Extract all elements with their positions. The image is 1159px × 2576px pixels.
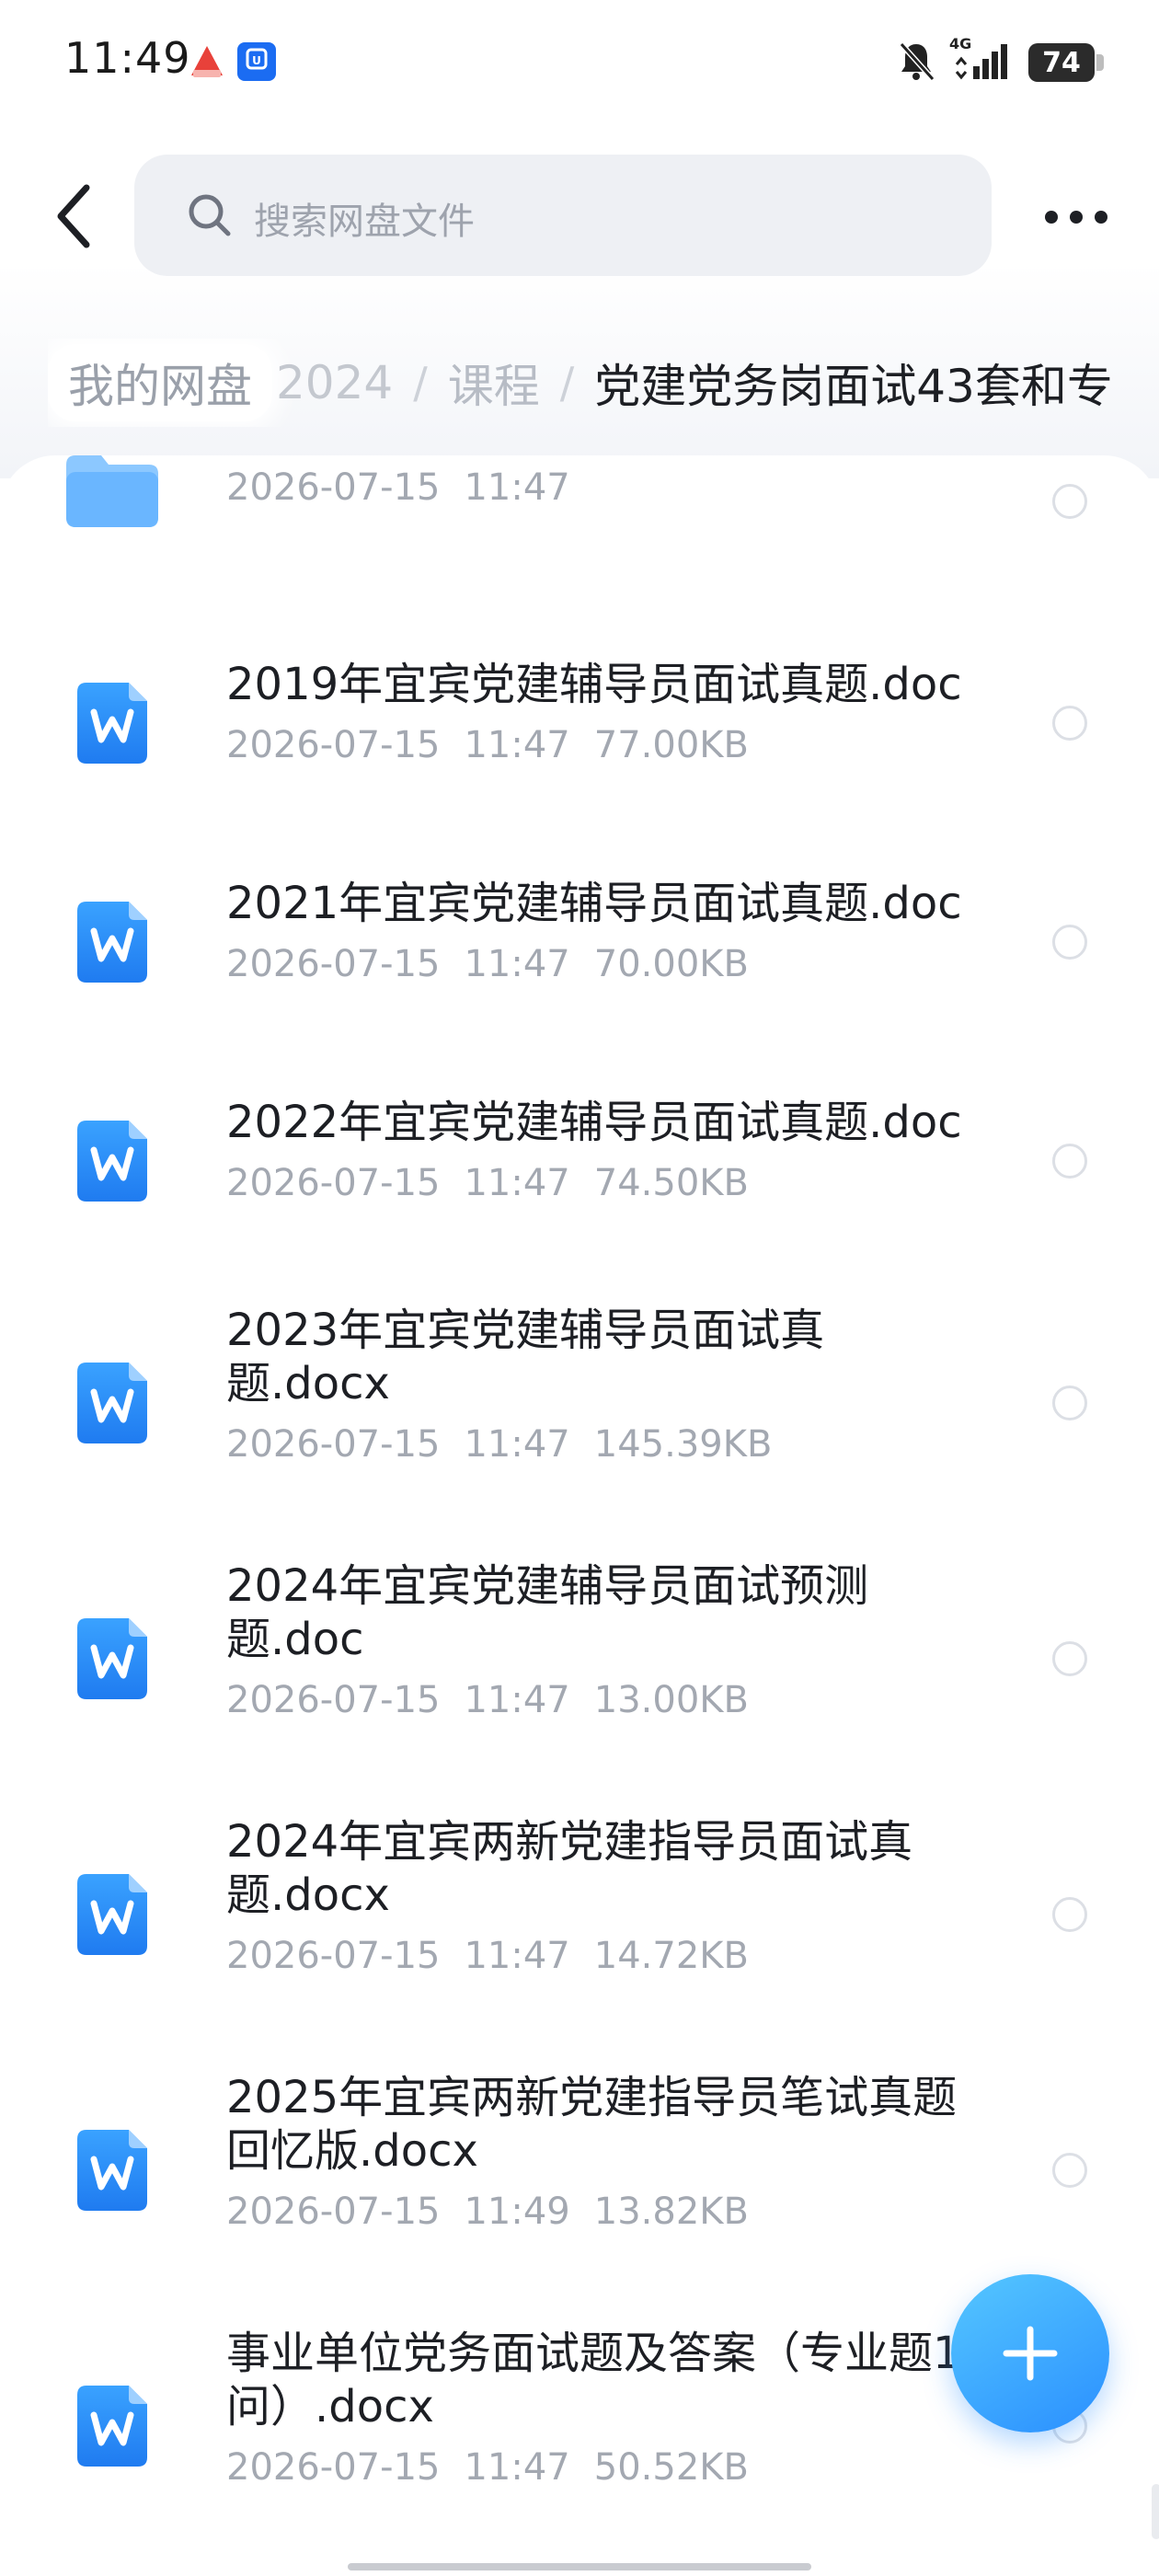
breadcrumb-separator: / [413,358,428,408]
breadcrumb-item[interactable]: 2024 [276,356,393,409]
file-name: 2025年宜宾两新党建指导员笔试真题回忆版.docx [226,2072,958,2177]
file-size: 13.82KB [593,2191,749,2233]
file-size: 14.72KB [593,1935,749,1977]
word-doc-icon [77,2130,147,2211]
file-size: 77.00KB [593,724,749,766]
breadcrumb-item[interactable]: 课程 [448,350,540,416]
file-meta: 2026-07-15 11:47 13.00KB [226,1679,889,1721]
list-item[interactable]: 2019年宜宾党建辅导员面试真题.doc 2026-07-15 11:47 77.0… [0,612,1159,823]
word-doc-icon [77,902,147,983]
word-doc-icon [77,1121,147,1202]
file-date: 2026-07-15 [226,724,441,766]
list-item[interactable]: 2024年宜宾两新党建指导员面试真题.docx 2026-07-15 11:47 1… [0,1780,1159,2029]
file-meta: 2026-07-15 11:47 14.72KB [226,1935,944,1977]
bell-muted-icon [896,39,936,86]
signal-icon: 4G [949,35,1012,85]
file-name: 2021年宜宾党建辅导员面试真题.doc [226,878,962,929]
word-doc-icon [77,1618,147,1699]
breadcrumb: 我的网盘 2024 / 课程 / 党建党务岗面试43套和专 [48,339,1159,427]
file-meta: 2026-07-15 11:47 70.00KB [226,943,981,985]
file-time: 11:47 [464,943,570,985]
file-date: 2026-07-15 [226,2191,441,2233]
word-doc-icon [77,1874,147,1955]
battery-level: 74 [1042,46,1081,79]
battery-icon: 74 [1028,43,1104,82]
select-checkbox[interactable] [1052,925,1087,960]
status-bar: 11:49 U 4G 74 [0,0,1159,120]
file-time: 11:47 [464,724,570,766]
file-name: 2019年宜宾党建辅导员面试真题.doc [226,659,962,710]
breadcrumb-current: 党建党务岗面试43套和专 [594,360,1113,413]
word-doc-icon [77,683,147,764]
file-meta: 2026-07-15 11:47 77.00KB [226,724,981,766]
search-placeholder: 搜索网盘文件 [254,201,475,243]
file-date: 2026-07-15 [226,1679,441,1721]
file-size: 74.50KB [593,1162,749,1204]
file-date: 2026-07-15 [226,1935,441,1977]
list-item[interactable]: 2026-07-15 11:47 [0,455,1159,603]
back-button[interactable] [46,179,101,253]
breadcrumb-root[interactable]: 我的网盘 [48,344,272,421]
file-name: 2024年宜宾党建辅导员面试预测题.doc [226,1560,869,1665]
file-meta: 2026-07-15 11:47 50.52KB [226,2446,962,2489]
search-icon [189,194,231,236]
scroll-edge [1152,2484,1159,2539]
select-checkbox[interactable] [1052,1897,1087,1932]
select-checkbox[interactable] [1052,1641,1087,1676]
file-date: 2026-07-15 [226,466,441,509]
file-meta: 2026-07-15 11:47 145.39KB [226,1423,833,1466]
search-input[interactable]: 搜索网盘文件 [134,155,992,276]
file-time: 11:49 [464,2191,570,2233]
plus-icon [1003,2326,1058,2381]
breadcrumb-separator: / [559,358,575,408]
file-date: 2026-07-15 [226,943,441,985]
folder-icon [66,455,158,527]
list-item[interactable]: 2023年宜宾党建辅导员面试真题.docx 2026-07-15 11:47 145… [0,1269,1159,1517]
word-doc-icon [77,2386,147,2467]
file-meta: 2026-07-15 11:47 [226,466,981,509]
file-size: 145.39KB [593,1423,773,1466]
file-time: 11:47 [464,2446,570,2489]
file-date: 2026-07-15 [226,1162,441,1204]
more-dots-icon [1045,211,1058,224]
list-item[interactable]: 2024年宜宾党建辅导员面试预测题.doc 2026-07-15 11:47 13.… [0,1524,1159,1773]
file-time: 11:47 [464,466,570,509]
select-checkbox[interactable] [1052,1144,1087,1179]
file-name: 2023年宜宾党建辅导员面试真题.docx [226,1305,825,1409]
word-doc-icon [77,1363,147,1443]
file-time: 11:47 [464,1679,570,1721]
file-meta: 2026-07-15 11:49 13.82KB [226,2191,981,2233]
list-item[interactable]: 2025年宜宾两新党建指导员笔试真题回忆版.docx 2026-07-15 11:… [0,2036,1159,2284]
app-shield-icon: U [237,42,276,81]
network-type: 4G [949,35,972,52]
file-size: 13.00KB [593,1679,749,1721]
file-date: 2026-07-15 [226,2446,441,2489]
file-date: 2026-07-15 [226,1423,441,1466]
select-checkbox[interactable] [1052,706,1087,741]
select-checkbox[interactable] [1052,2153,1087,2188]
file-name: 事业单位党务面试题及答案（专业题1问）.docx [226,2328,961,2432]
status-time: 11:49 [64,33,191,83]
select-checkbox[interactable] [1052,484,1087,519]
file-list: 2026-07-15 11:47 2019年宜宾党建辅导员面试真题.doc 202… [0,455,1159,2576]
back-arrow-icon [57,184,90,248]
file-time: 11:47 [464,1423,570,1466]
svg-text:U: U [252,54,261,67]
file-size: 50.52KB [593,2446,749,2489]
list-item[interactable]: 2022年宜宾党建辅导员面试真题.doc 2026-07-15 11:47 74.5… [0,1050,1159,1261]
app-notification-icon [188,42,226,81]
add-button[interactable] [951,2274,1109,2432]
file-time: 11:47 [464,1935,570,1977]
file-size: 70.00KB [593,943,749,985]
file-name: 2024年宜宾两新党建指导员面试真题.docx [226,1816,913,1921]
file-meta: 2026-07-15 11:47 74.50KB [226,1162,981,1204]
more-options-button[interactable] [1039,190,1113,245]
list-item[interactable]: 2021年宜宾党建辅导员面试真题.doc 2026-07-15 11:47 70.0… [0,831,1159,1042]
file-name: 2022年宜宾党建辅导员面试真题.doc [226,1097,962,1148]
file-time: 11:47 [464,1162,570,1204]
home-indicator[interactable] [348,2563,811,2570]
select-checkbox[interactable] [1052,1386,1087,1420]
